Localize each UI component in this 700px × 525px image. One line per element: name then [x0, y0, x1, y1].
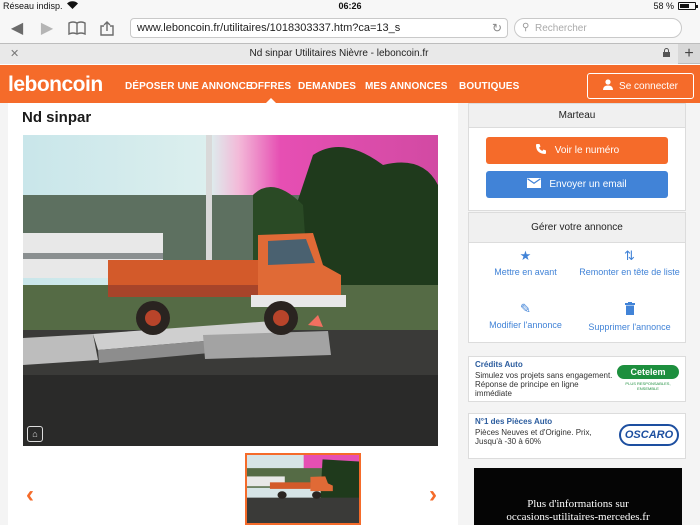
- search-icon: ⚲: [522, 22, 530, 33]
- nav-boutiques[interactable]: BOUTIQUES: [459, 65, 519, 103]
- battery-percent: 58 %: [653, 1, 674, 11]
- prev-photo-icon[interactable]: ‹: [20, 483, 40, 507]
- send-email-label: Envoyer un email: [549, 179, 627, 190]
- sort-up-icon: ⇅: [624, 248, 635, 263]
- back-icon[interactable]: ◀: [6, 17, 28, 39]
- ad-text: Simulez vos projets sans engagement. Rép…: [475, 371, 613, 398]
- forward-icon[interactable]: ▶: [36, 17, 58, 39]
- page-content: Nd sinpar ⌂ ‹ › Marteau Voir le numéro E…: [0, 103, 700, 525]
- status-bar: Réseau indisp. 06:26 58 %: [0, 0, 700, 13]
- show-number-button[interactable]: Voir le numéro: [486, 137, 668, 164]
- listing-card: Nd sinpar ⌂ ‹ ›: [8, 103, 458, 525]
- url-bar[interactable]: www.leboncoin.fr/utilitaires/1018303337.…: [130, 18, 508, 38]
- site-logo[interactable]: leboncoin: [8, 73, 103, 97]
- bump-listing-label: Remonter en tête de liste: [579, 267, 680, 277]
- phone-icon: [535, 143, 547, 158]
- search-placeholder: Rechercher: [535, 23, 587, 34]
- ad-text: Pièces Neuves et d'Origine. Prix, Jusqu'…: [475, 428, 592, 446]
- listing-photo[interactable]: ⌂: [23, 135, 438, 446]
- tab-strip: ✕ Nd sinpar Utilitaires Nièvre - lebonco…: [0, 43, 700, 64]
- bump-listing-link[interactable]: ⇅ Remonter en tête de liste: [577, 249, 682, 278]
- manage-title: Gérer votre annonce: [469, 213, 685, 243]
- close-tab-icon[interactable]: ✕: [10, 44, 19, 64]
- ad-credits-auto[interactable]: Crédits Auto Simulez vos projets sans en…: [468, 356, 686, 402]
- reload-icon[interactable]: ↻: [492, 21, 502, 35]
- connect-button[interactable]: Se connecter: [587, 73, 694, 99]
- share-icon[interactable]: [96, 17, 118, 39]
- site-header: leboncoin DÉPOSER UNE ANNONCE OFFRES DEM…: [0, 65, 700, 104]
- boost-listing-link[interactable]: ★ Mettre en avant: [473, 249, 578, 278]
- send-email-button[interactable]: Envoyer un email: [486, 171, 668, 198]
- photo-thumbnail[interactable]: [245, 453, 361, 525]
- url-text: www.leboncoin.fr/utilitaires/1018303337.…: [137, 22, 401, 34]
- connect-label: Se connecter: [619, 80, 678, 92]
- edit-listing-link[interactable]: ✎ Modifier l'annonce: [473, 302, 578, 331]
- search-input[interactable]: ⚲ Rechercher: [514, 18, 682, 38]
- browser-tab[interactable]: ✕ Nd sinpar Utilitaires Nièvre - lebonco…: [0, 44, 678, 64]
- manage-box: Gérer votre annonce ★ Mettre en avant ⇅ …: [468, 212, 686, 343]
- listing-title: Nd sinpar: [22, 109, 92, 126]
- pencil-icon: ✎: [520, 301, 531, 316]
- show-number-label: Voir le numéro: [554, 145, 620, 156]
- bookmarks-icon[interactable]: [66, 17, 88, 39]
- nav-mes-annonces[interactable]: MES ANNONCES: [365, 65, 448, 103]
- ad-oscaro[interactable]: N°1 des Pièces Auto Pièces Neuves et d'O…: [468, 413, 686, 459]
- boost-listing-label: Mettre en avant: [494, 267, 557, 277]
- cetelem-logo: Cetelem PLUS RESPONSABLES, ENSEMBLE: [617, 365, 679, 391]
- next-photo-icon[interactable]: ›: [423, 483, 443, 507]
- browser-toolbar: ◀ ▶ www.leboncoin.fr/utilitaires/1018303…: [0, 13, 700, 43]
- delete-listing-link[interactable]: Supprimer l'annonce: [577, 302, 682, 333]
- nav-offres[interactable]: OFFRES: [250, 65, 291, 104]
- star-icon: ★: [519, 248, 532, 263]
- seller-name: Marteau: [469, 104, 685, 128]
- lock-icon: [663, 44, 670, 64]
- user-icon: [603, 79, 614, 93]
- oscaro-logo: OSCARO: [619, 424, 679, 446]
- banner-line-1: Plus d'informations sur: [527, 498, 629, 510]
- clock: 06:26: [338, 1, 362, 11]
- advertising-banner[interactable]: Plus d'informations sur occasions-utilit…: [474, 468, 682, 525]
- trash-icon: [577, 302, 682, 318]
- nav-deposer-annonce[interactable]: DÉPOSER UNE ANNONCE: [125, 65, 253, 103]
- edit-listing-label: Modifier l'annonce: [489, 320, 562, 330]
- photo-watermark-icon: ⌂: [27, 426, 43, 442]
- tab-title: Nd sinpar Utilitaires Nièvre - leboncoin…: [249, 48, 429, 59]
- banner-line-2: occasions-utilitaires-mercedes.fr: [506, 511, 650, 523]
- battery-icon: [678, 2, 698, 10]
- mail-icon: [527, 178, 542, 191]
- delete-listing-label: Supprimer l'annonce: [588, 322, 671, 332]
- seller-box: Marteau Voir le numéro Envoyer un email: [468, 103, 686, 211]
- nav-demandes[interactable]: DEMANDES: [298, 65, 356, 103]
- new-tab-icon[interactable]: +: [678, 44, 700, 64]
